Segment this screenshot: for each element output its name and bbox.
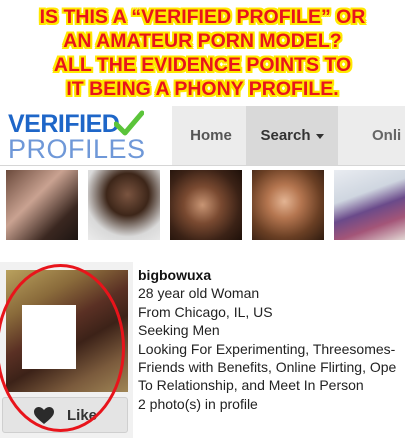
profile-photo-count: 2 photo(s) in profile (138, 395, 258, 412)
photo-thumbnail[interactable] (334, 170, 405, 240)
profile-location: From Chicago, IL, US (138, 303, 273, 320)
logo-bottom-text: PROFILES (8, 134, 146, 164)
photo-thumbnail[interactable] (88, 170, 160, 240)
photo-thumbnail[interactable] (170, 170, 242, 240)
like-button[interactable]: Like (2, 397, 128, 433)
site-logo[interactable]: VERIFIED PROFILES (0, 106, 172, 165)
profile-looking-for: Friends with Benefits, Online Flirting, … (138, 359, 397, 376)
censor-box (22, 305, 76, 369)
photo-strip (0, 170, 405, 240)
heart-icon (33, 406, 54, 424)
banner-line: IT BEING A PHONY PROFILE. (66, 78, 339, 100)
profile-age-gender: 28 year old Woman (138, 285, 260, 302)
profile-looking-for: To Relationship, and Meet In Person (138, 377, 364, 394)
banner-line: ALL THE EVIDENCE POINTS TO (53, 54, 352, 76)
nav-search[interactable]: Search (246, 106, 338, 165)
profile-seeking: Seeking Men (138, 322, 220, 339)
like-label: Like (66, 406, 97, 424)
checkmark-icon (114, 110, 144, 136)
warning-banner: IS THIS A “VERIFIED PROFILE” OR AN AMATE… (0, 0, 405, 106)
profile-looking-for: Looking For Experimenting, Threesomes- (138, 340, 396, 357)
nav-search-label: Search (260, 127, 311, 144)
nav-home[interactable]: Home (176, 106, 246, 165)
caret-down-icon (315, 133, 324, 139)
banner-line: AN AMATEUR PORN MODEL? (63, 30, 342, 52)
photo-thumbnail[interactable] (252, 170, 324, 240)
profile-username[interactable]: bigbowuxa (138, 266, 405, 284)
photo-thumbnail[interactable] (6, 170, 78, 240)
nav-online[interactable]: Onli (338, 106, 405, 165)
profile-info: bigbowuxa 28 year old Woman From Chicago… (138, 266, 405, 413)
nav-bar: VERIFIED PROFILES Home Search Onli (0, 106, 405, 166)
banner-line: IS THIS A “VERIFIED PROFILE” OR (39, 6, 366, 28)
